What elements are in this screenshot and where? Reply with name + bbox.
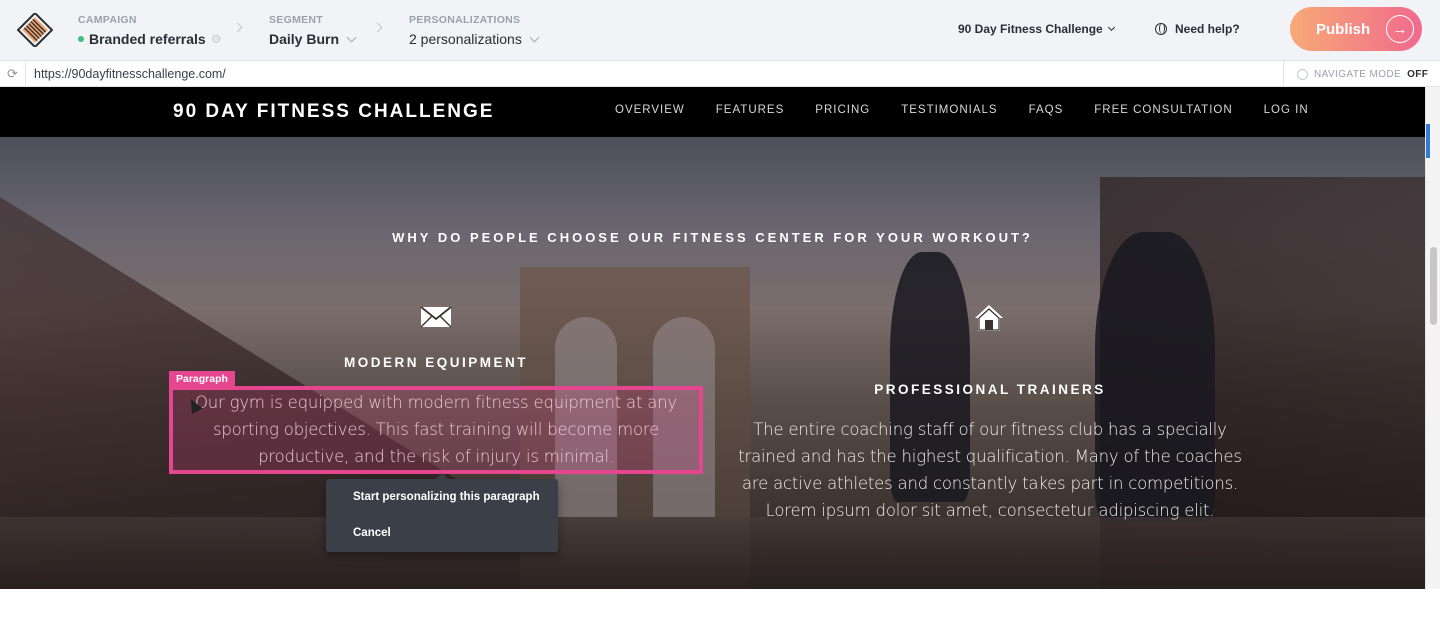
publish-button[interactable]: Publish → bbox=[1290, 7, 1422, 51]
breadcrumb-separator-icon bbox=[372, 22, 383, 33]
navigate-mode-value: OFF bbox=[1407, 68, 1429, 80]
nav-link-pricing[interactable]: PRICING bbox=[815, 104, 870, 116]
feature-title-equipment: MODERN EQUIPMENT bbox=[343, 355, 528, 370]
nav-link-features[interactable]: FEATURES bbox=[716, 104, 785, 116]
campaign-status-dot bbox=[78, 36, 84, 42]
app-logo-icon[interactable] bbox=[17, 13, 53, 47]
segment-selector[interactable]: SEGMENT Daily Burn bbox=[269, 14, 357, 47]
segment-name: Daily Burn bbox=[269, 31, 340, 47]
scroll-position-marker bbox=[1426, 124, 1430, 158]
refresh-icon[interactable]: ⟳ bbox=[7, 66, 18, 82]
personalizations-label: PERSONALIZATIONS bbox=[409, 14, 521, 26]
personalizations-count: 2 personalizations bbox=[409, 31, 522, 47]
gear-icon[interactable]: ⚙ bbox=[211, 32, 222, 46]
arrow-right-icon: → bbox=[1386, 15, 1414, 43]
site-navbar: 90 DAY FITNESS CHALLENGE OVERVIEW FEATUR… bbox=[0, 87, 1425, 137]
divider bbox=[25, 61, 26, 87]
personalizations-selector[interactable]: PERSONALIZATIONS 2 personalizations bbox=[409, 14, 540, 47]
site-nav-links: OVERVIEW FEATURES PRICING TESTIMONIALS F… bbox=[615, 104, 1309, 116]
nav-link-log-in[interactable]: LOG IN bbox=[1264, 104, 1309, 116]
selected-element-highlight[interactable] bbox=[169, 386, 703, 474]
campaign-label: CAMPAIGN bbox=[78, 14, 137, 26]
nav-link-testimonials[interactable]: TESTIMONIALS bbox=[901, 104, 997, 116]
breadcrumb-separator-icon bbox=[232, 22, 243, 33]
scrollbar-thumb[interactable] bbox=[1430, 247, 1437, 325]
nav-link-faqs[interactable]: FAQS bbox=[1029, 104, 1064, 116]
mail-icon bbox=[420, 306, 452, 328]
bridge-walkway bbox=[0, 517, 1425, 589]
app-toolbar: CAMPAIGN Branded referrals ⚙ SEGMENT Dai… bbox=[0, 0, 1440, 61]
section-headline: WHY DO PEOPLE CHOOSE OUR FITNESS CENTER … bbox=[392, 230, 1033, 245]
campaign-selector[interactable]: CAMPAIGN Branded referrals ⚙ bbox=[78, 14, 221, 47]
site-selector-dropdown[interactable]: 90 Day Fitness Challenge bbox=[958, 22, 1115, 36]
bottom-spacer bbox=[0, 589, 1440, 625]
chevron-down-icon bbox=[346, 32, 357, 42]
globe-icon bbox=[1155, 23, 1167, 35]
navigate-mode-toggle[interactable]: NAVIGATE MODE OFF bbox=[1283, 61, 1440, 87]
nav-link-overview[interactable]: OVERVIEW bbox=[615, 104, 685, 116]
site-preview: 90 DAY FITNESS CHALLENGE OVERVIEW FEATUR… bbox=[0, 87, 1425, 589]
chevron-down-icon bbox=[1107, 23, 1115, 32]
need-help-label: Need help? bbox=[1175, 22, 1240, 36]
start-personalizing-option[interactable]: Start personalizing this paragraph bbox=[353, 491, 540, 503]
nav-link-free-consultation[interactable]: FREE CONSULTATION bbox=[1094, 104, 1232, 116]
site-selector-label: 90 Day Fitness Challenge bbox=[958, 22, 1103, 36]
navigate-mode-label: NAVIGATE MODE bbox=[1314, 68, 1402, 80]
home-icon bbox=[975, 305, 1003, 331]
publish-label: Publish bbox=[1316, 20, 1371, 38]
url-input[interactable]: https://90dayfitnesschallenge.com/ bbox=[34, 67, 226, 81]
segment-label: SEGMENT bbox=[269, 14, 324, 26]
feature-paragraph-trainers[interactable]: The entire coaching staff of our fitness… bbox=[724, 416, 1256, 524]
site-brand[interactable]: 90 DAY FITNESS CHALLENGE bbox=[173, 101, 494, 123]
need-help-link[interactable]: Need help? bbox=[1155, 22, 1240, 36]
cancel-option[interactable]: Cancel bbox=[353, 527, 391, 539]
url-bar: ⟳ https://90dayfitnesschallenge.com/ NAV… bbox=[0, 61, 1440, 87]
selection-context-menu: Start personalizing this paragraph Cance… bbox=[326, 473, 558, 552]
chevron-down-icon bbox=[529, 32, 540, 42]
campaign-name: Branded referrals bbox=[89, 31, 206, 47]
vertical-scrollbar[interactable] bbox=[1425, 87, 1440, 589]
crosshair-icon bbox=[1297, 68, 1308, 80]
feature-title-trainers: PROFESSIONAL TRAINERS bbox=[874, 382, 1106, 397]
